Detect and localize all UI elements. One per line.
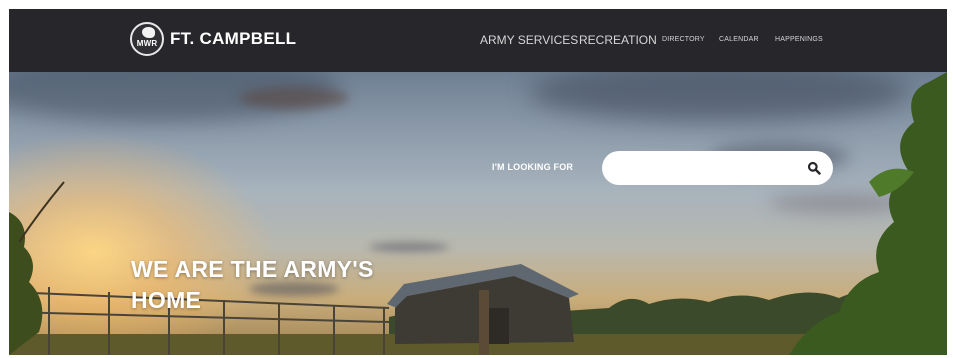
search-icon[interactable]	[807, 161, 821, 175]
headline-line-2: HOME	[131, 287, 202, 313]
main-nav: ARMY SERVICES RECREATION DIRECTORY CALEN…	[9, 33, 947, 49]
nav-directory[interactable]: DIRECTORY	[662, 36, 705, 43]
headline-line-1: WE ARE THE ARMY'S	[131, 256, 374, 282]
top-navigation-bar: MWR FT. CAMPBELL ARMY SERVICES RECREATIO…	[9, 9, 947, 72]
search-input[interactable]	[602, 151, 833, 185]
page-frame: MWR FT. CAMPBELL ARMY SERVICES RECREATIO…	[9, 9, 947, 355]
nav-recreation[interactable]: RECREATION	[579, 33, 657, 47]
left-branch	[18, 181, 65, 243]
nav-calendar[interactable]: CALENDAR	[719, 36, 759, 43]
fence-post	[479, 290, 489, 355]
nav-army-services[interactable]: ARMY SERVICES	[480, 33, 578, 47]
search-label: I'M LOOKING FOR	[492, 162, 574, 172]
nav-happenings[interactable]: HAPPENINGS	[775, 36, 823, 43]
hero-banner: I'M LOOKING FOR WE ARE THE ARMY'S HOME	[9, 72, 947, 355]
hero-headline: WE ARE THE ARMY'S HOME	[131, 254, 451, 316]
